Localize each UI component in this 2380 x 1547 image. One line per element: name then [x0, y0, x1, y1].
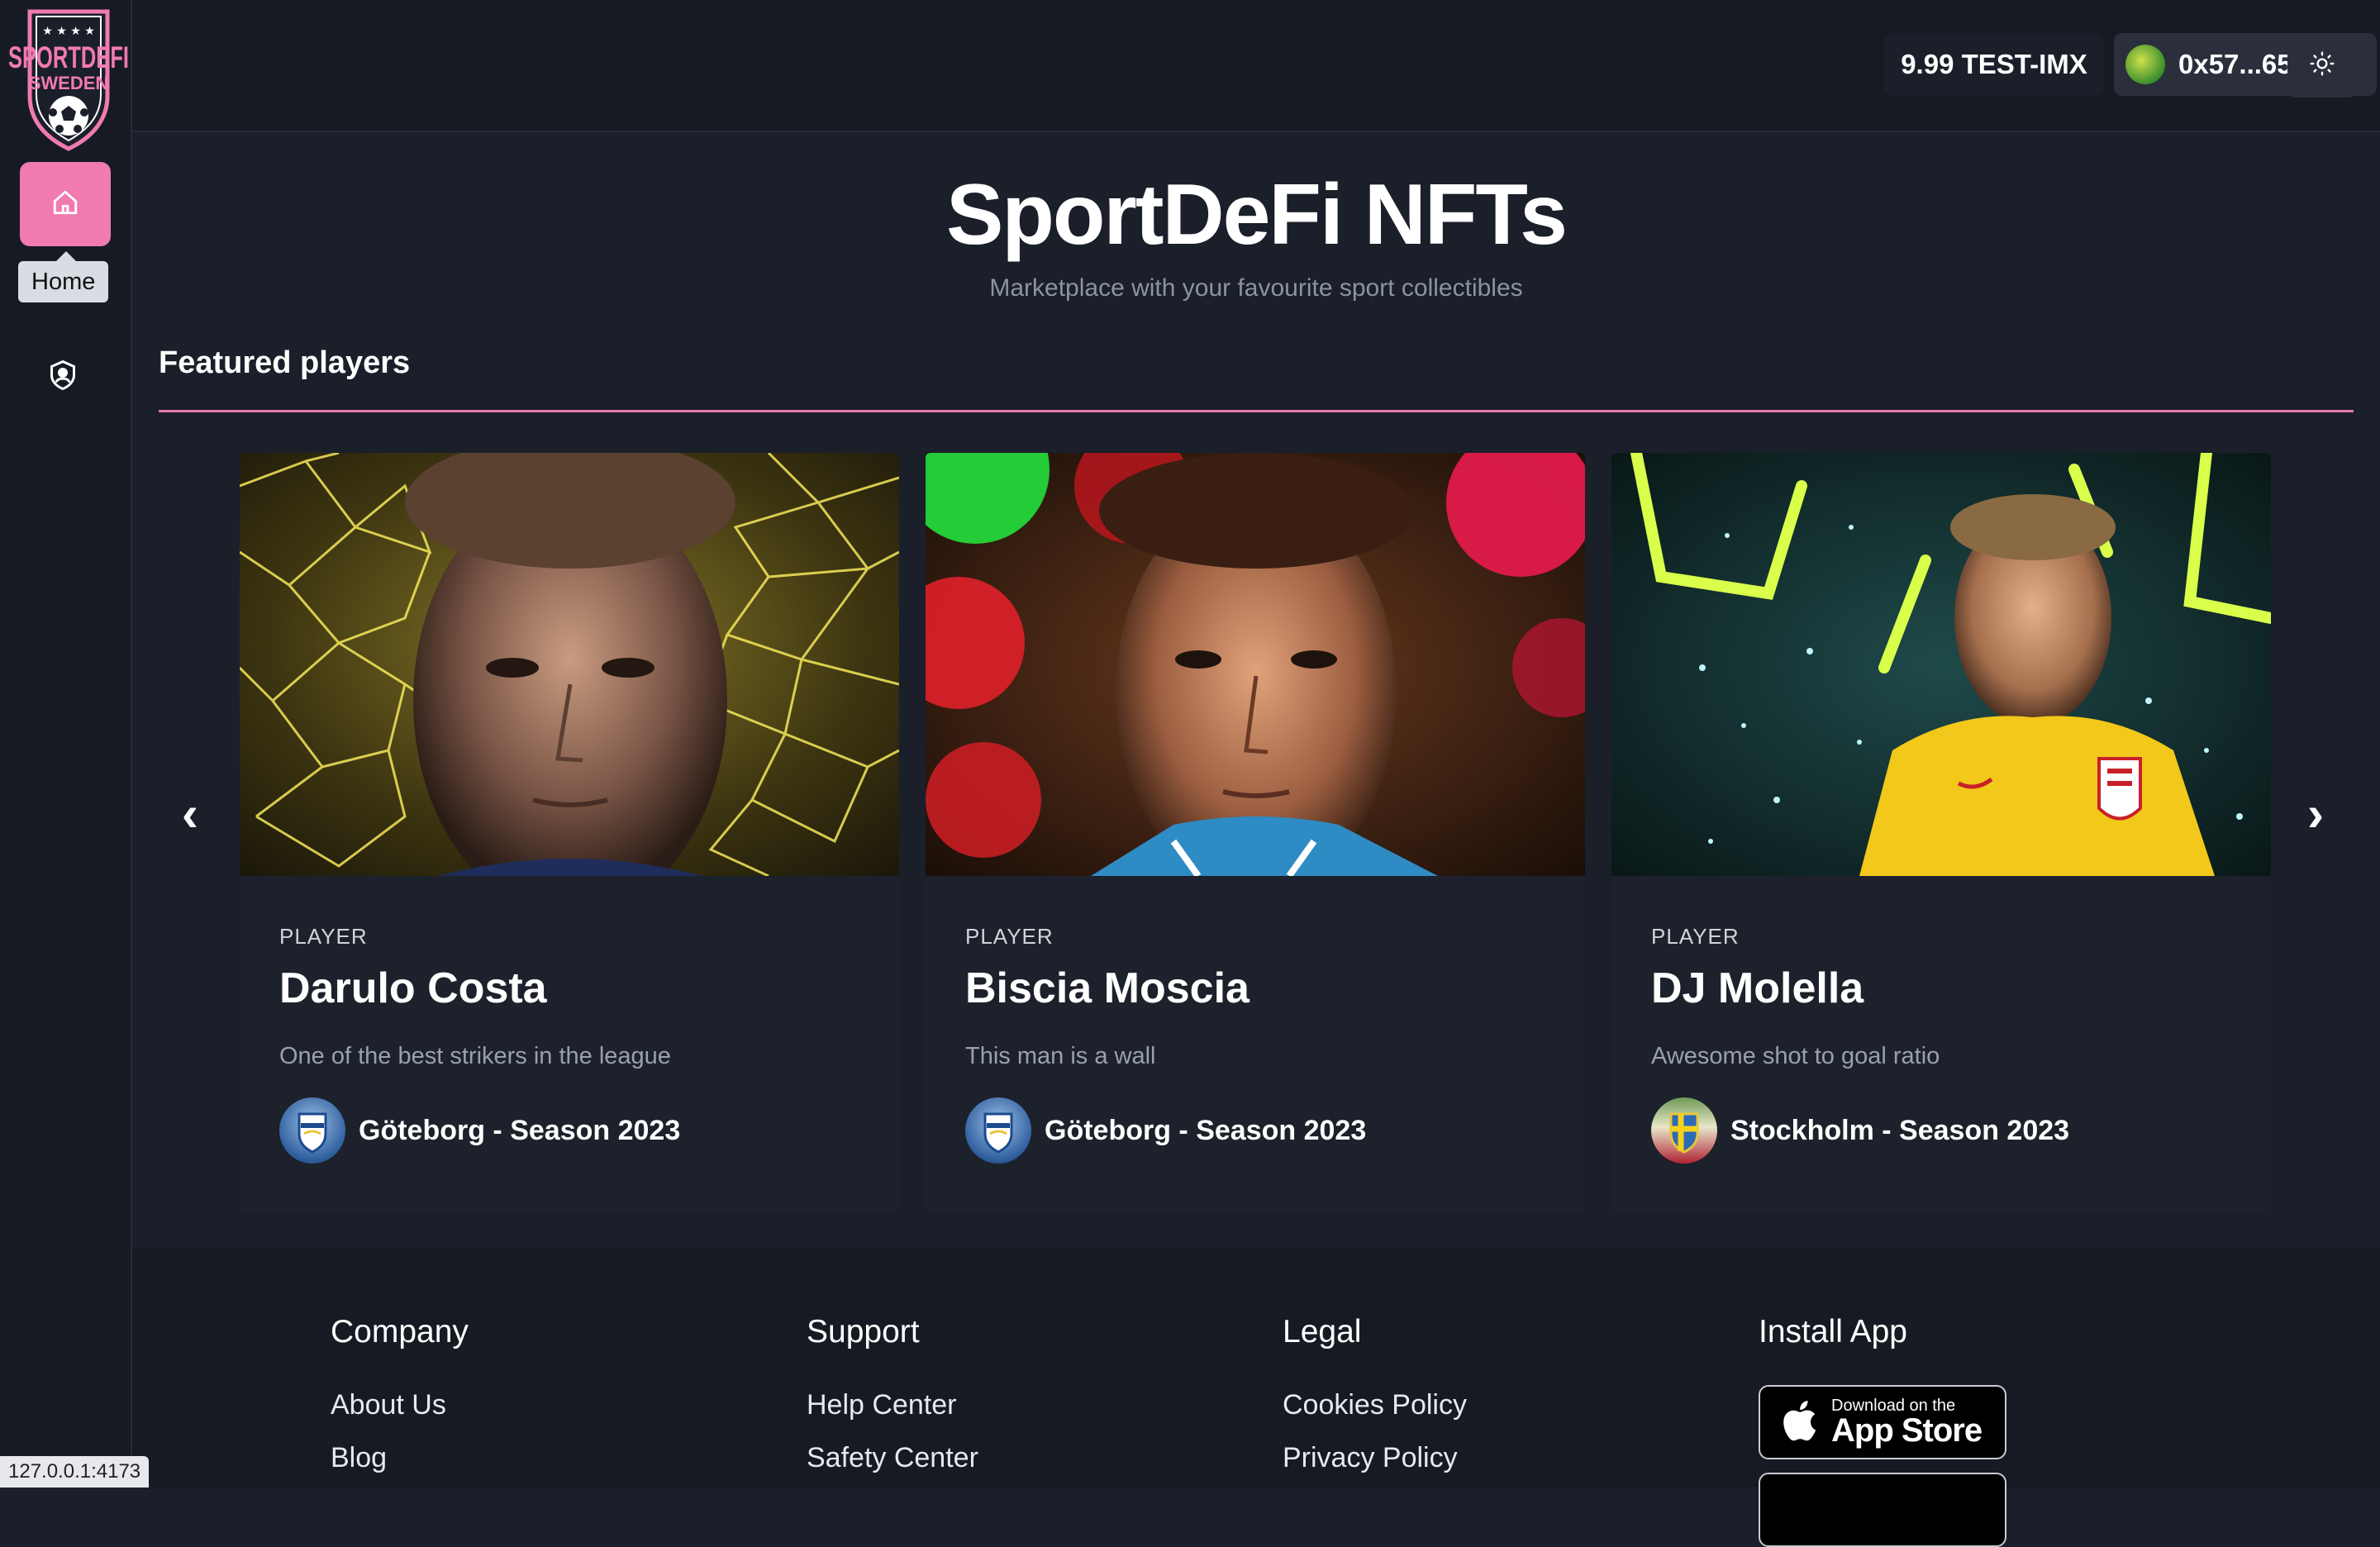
sun-icon: [2309, 50, 2335, 81]
player-description: Awesome shot to goal ratio: [1651, 1043, 1940, 1069]
footer-heading: Support: [807, 1314, 920, 1349]
footer-column-company: Company About Us Blog: [331, 1314, 469, 1484]
footer-link-blog[interactable]: Blog: [331, 1431, 469, 1484]
team-logo: [965, 1097, 1031, 1164]
team-label: Göteborg - Season 2023: [359, 1114, 681, 1146]
sidebar: ★ ★ ★ ★ SPORTDEFI SWEDEN Home: [0, 0, 132, 1488]
google-play-button[interactable]: [1759, 1473, 2006, 1547]
team-label: Göteborg - Season 2023: [1045, 1114, 1367, 1146]
footer-link-about[interactable]: About Us: [331, 1378, 469, 1431]
team-logo: [1651, 1097, 1717, 1164]
footer-link-cookies-policy[interactable]: Cookies Policy: [1283, 1378, 1467, 1431]
top-header: 9.99 TEST-IMX 0x57...6526: [132, 0, 2380, 132]
app-store-small-text: Download on the: [1831, 1397, 1956, 1415]
footer-link-privacy-policy[interactable]: Privacy Policy: [1283, 1431, 1467, 1484]
footer-heading: Company: [331, 1314, 469, 1349]
player-card[interactable]: PLAYER Darulo Costa One of the best stri…: [240, 453, 899, 1213]
player-name: Biscia Moscia: [965, 964, 1250, 1012]
footer-column-legal: Legal Cookies Policy Privacy Policy: [1283, 1314, 1467, 1484]
card-kind: PLAYER: [279, 924, 368, 949]
card-kind: PLAYER: [965, 924, 1054, 949]
sidebar-item-home[interactable]: [20, 162, 111, 246]
apple-icon: [1778, 1397, 1818, 1448]
player-image: [926, 453, 1585, 876]
page-title: SportDeFi NFTs: [945, 167, 1568, 263]
wallet-avatar: [2125, 45, 2165, 84]
player-description: This man is a wall: [965, 1043, 1156, 1069]
player-card[interactable]: PLAYER DJ Molella Awesome shot to goal r…: [1611, 453, 2271, 1213]
balance-display: 9.99 TEST-IMX: [1884, 33, 2104, 96]
team-info[interactable]: Göteborg - Season 2023: [279, 1097, 680, 1164]
player-name: Darulo Costa: [279, 964, 547, 1012]
svg-text:★ ★ ★ ★: ★ ★ ★ ★: [42, 25, 95, 38]
app-store-button[interactable]: Download on the App Store: [1759, 1385, 2006, 1459]
logo-text: SPORTDEFI: [8, 40, 129, 74]
home-icon: [51, 188, 79, 221]
player-image: [240, 453, 899, 876]
home-tooltip: Home: [18, 251, 109, 302]
team-label: Stockholm - Season 2023: [1730, 1114, 2070, 1146]
status-url: 127.0.0.1:4173: [0, 1456, 150, 1488]
player-description: One of the best strikers in the league: [279, 1043, 671, 1069]
app-store-big-text: App Store: [1831, 1412, 1983, 1449]
shield-user-icon: [48, 359, 78, 396]
team-info[interactable]: Stockholm - Season 2023: [1651, 1097, 2069, 1164]
logo-sub: SWEDEN: [29, 73, 109, 93]
carousel-prev-button[interactable]: ‹: [182, 785, 198, 843]
player-name: DJ Molella: [1651, 964, 1864, 1012]
sidebar-item-players[interactable]: [40, 354, 86, 400]
footer-column-support: Support Help Center Safety Center: [807, 1314, 978, 1484]
footer-link-safety-center[interactable]: Safety Center: [807, 1431, 978, 1484]
player-image: [1611, 453, 2271, 876]
footer-heading: Legal: [1283, 1314, 1362, 1349]
footer: Company About Us Blog Support Help Cente…: [132, 1248, 2380, 1547]
footer-heading: Install App: [1759, 1314, 1907, 1349]
theme-toggle-button[interactable]: [2287, 33, 2357, 98]
page-subtitle: Marketplace with your favourite sport co…: [989, 274, 1523, 302]
team-logo: [279, 1097, 345, 1164]
footer-column-install: Install App: [1759, 1314, 1907, 1378]
card-kind: PLAYER: [1651, 924, 1740, 949]
player-card[interactable]: PLAYER Biscia Moscia This man is a wall …: [926, 453, 1585, 1213]
section-divider: [159, 410, 2354, 412]
sportdefi-logo[interactable]: ★ ★ ★ ★ SPORTDEFI SWEDEN: [7, 7, 131, 152]
team-info[interactable]: Göteborg - Season 2023: [965, 1097, 1366, 1164]
featured-players-heading: Featured players: [159, 345, 411, 380]
carousel-next-button[interactable]: ›: [2307, 785, 2324, 843]
footer-link-help-center[interactable]: Help Center: [807, 1378, 978, 1431]
